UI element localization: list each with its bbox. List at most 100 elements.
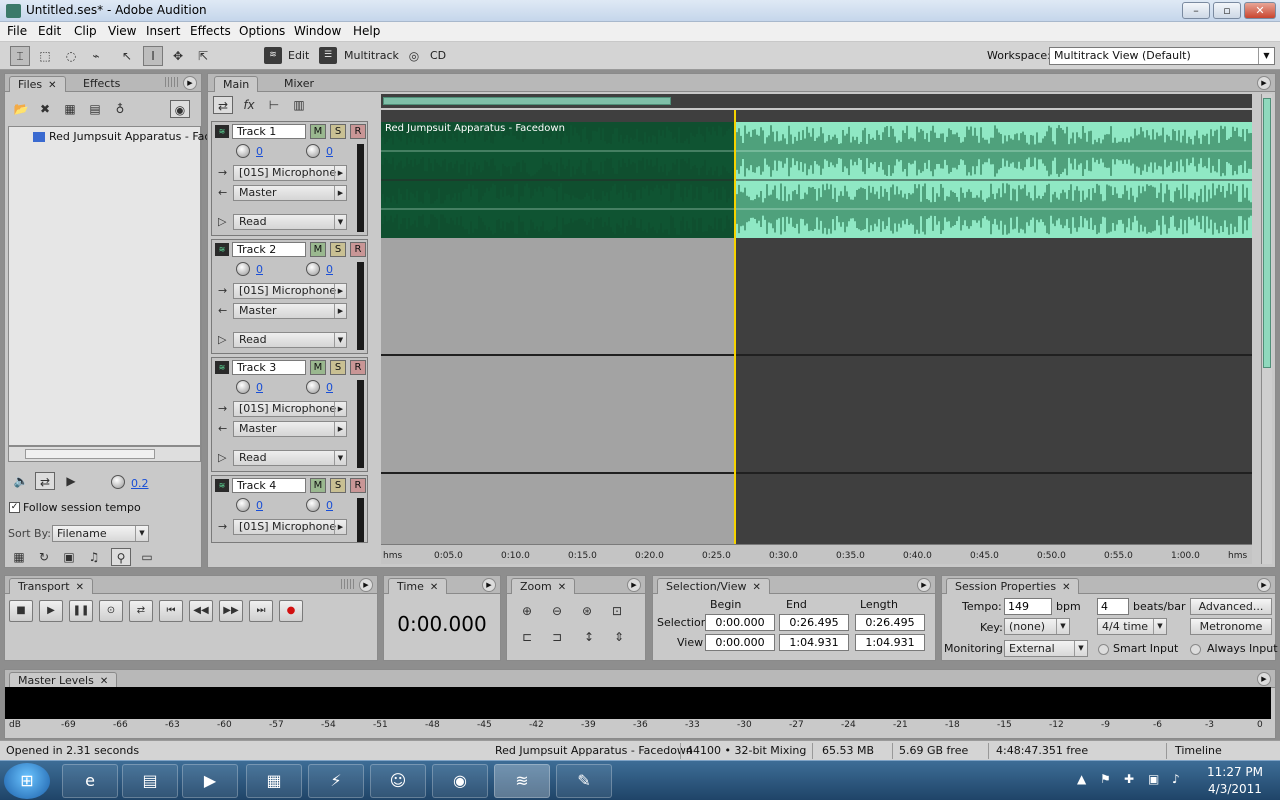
output-select[interactable]: Master ▶ <box>233 303 347 319</box>
view-begin-field[interactable]: 0:00.000 <box>705 634 775 651</box>
close-icon[interactable]: ✕ <box>753 582 761 593</box>
hybrid-tool-icon[interactable]: ⌶ <box>10 46 30 66</box>
maximize-button[interactable]: ▫ <box>1213 2 1241 19</box>
auto-play-icon[interactable]: ♁ <box>110 100 130 118</box>
menu-help[interactable]: Help <box>353 24 380 38</box>
overview-bar[interactable] <box>381 94 1252 108</box>
automation-select[interactable]: Read ▼ <box>233 332 347 348</box>
eq-icon[interactable]: ▥ <box>289 96 309 114</box>
sort-by-select[interactable]: Filename ▼ <box>52 525 149 542</box>
panel-menu-icon[interactable]: ▶ <box>1257 76 1271 90</box>
tab-main[interactable]: Main <box>214 76 259 92</box>
multitrack-view-icon[interactable]: ☰ <box>319 47 337 64</box>
show-hidden-icons-icon[interactable]: ▲ <box>1077 772 1086 786</box>
edit-view-icon[interactable]: ≋ <box>264 47 282 64</box>
zoom-in-vertical-icon[interactable]: ↕ <box>579 628 599 646</box>
panel-menu-icon[interactable]: ▶ <box>183 76 197 90</box>
workspace-select[interactable]: Multitrack View (Default) ▼ <box>1049 47 1275 65</box>
close-icon[interactable]: ✕ <box>48 80 56 91</box>
menu-clip[interactable]: Clip <box>74 24 97 38</box>
overview-range[interactable] <box>383 97 671 105</box>
record-arm-button[interactable]: R <box>350 124 366 139</box>
always-input-radio[interactable] <box>1190 644 1201 655</box>
show-midi-icon[interactable]: ♫ <box>84 548 104 566</box>
show-options-icon[interactable]: ◉ <box>170 100 190 118</box>
network-icon[interactable]: ▣ <box>1148 772 1159 786</box>
list-item[interactable]: Red Jumpsuit Apparatus - Faced <box>33 130 224 143</box>
panel-menu-icon[interactable]: ▶ <box>1257 672 1271 686</box>
marquee-tool-icon[interactable]: ⬚ <box>35 46 55 66</box>
volume-icon[interactable]: 🔈 <box>11 472 31 490</box>
clock-time[interactable]: 11:27 PM <box>1200 765 1270 779</box>
beats-field[interactable]: 4 <box>1097 598 1129 615</box>
lasso-tool-icon[interactable]: ◌ <box>61 46 81 66</box>
solo-button[interactable]: S <box>330 242 346 257</box>
volume-value[interactable]: 0 <box>256 145 263 158</box>
mute-button[interactable]: M <box>310 124 326 139</box>
paint-icon[interactable]: ✎ <box>556 764 612 798</box>
winamp-icon[interactable]: ⚡ <box>308 764 364 798</box>
go-to-start-button[interactable]: ⏮ <box>159 600 183 622</box>
pan-value[interactable]: 0 <box>326 499 333 512</box>
show-video-icon[interactable]: ▣ <box>59 548 79 566</box>
mute-button[interactable]: M <box>310 478 326 493</box>
track-name-field[interactable]: Track 3 <box>232 360 306 375</box>
media-player-icon[interactable]: ▶ <box>182 764 238 798</box>
preview-volume-knob[interactable] <box>111 475 125 489</box>
volume-knob[interactable] <box>236 144 250 158</box>
output-select[interactable]: Master ▶ <box>233 421 347 437</box>
go-to-end-button[interactable]: ⏭ <box>249 600 273 622</box>
volume-value[interactable]: 0 <box>256 499 263 512</box>
automation-select[interactable]: Read ▼ <box>233 450 347 466</box>
track-lane-4[interactable] <box>381 474 1252 544</box>
sends-icon[interactable]: ⊢ <box>264 96 284 114</box>
tab-effects[interactable]: Effects <box>75 76 128 92</box>
input-select[interactable]: [01S] Microphone ▶ <box>233 165 347 181</box>
minimize-button[interactable]: – <box>1182 2 1210 19</box>
menu-window[interactable]: Window <box>294 24 341 38</box>
windows-start-icon[interactable]: ⊞ <box>4 763 50 799</box>
scrollbar-thumb[interactable] <box>25 449 155 459</box>
selection-begin-field[interactable]: 0:00.000 <box>705 614 775 631</box>
menu-view[interactable]: View <box>108 24 136 38</box>
timeline-area[interactable]: Red Jumpsuit Apparatus - Facedown <box>381 110 1252 544</box>
multitrack-view-label[interactable]: Multitrack <box>344 49 399 62</box>
tab-zoom[interactable]: Zoom ✕ <box>511 578 576 594</box>
volume-knob[interactable] <box>236 380 250 394</box>
open-file-icon[interactable]: 📂 <box>11 100 31 118</box>
time-selection-tool-icon[interactable]: I <box>143 46 163 66</box>
advanced-button[interactable]: Advanced... <box>1190 598 1272 615</box>
playhead-marker[interactable] <box>734 110 736 544</box>
panel-grip-icon[interactable] <box>341 579 355 589</box>
zoom-in-icon[interactable]: ⊕ <box>517 602 537 620</box>
tab-master-levels[interactable]: Master Levels ✕ <box>9 672 118 688</box>
close-icon[interactable]: ✕ <box>76 582 84 593</box>
key-select[interactable]: (none) ▼ <box>1004 618 1070 635</box>
cd-view-icon[interactable]: ◎ <box>404 46 424 66</box>
show-cue-icon[interactable]: ▭ <box>137 548 157 566</box>
tab-mixer[interactable]: Mixer <box>276 76 322 92</box>
fast-forward-button[interactable]: ▶▶ <box>219 600 243 622</box>
scrollbar-thumb[interactable] <box>1263 98 1271 368</box>
panel-menu-icon[interactable]: ▶ <box>917 578 931 592</box>
loop-play-button[interactable]: ⇄ <box>129 600 153 622</box>
track-name-field[interactable]: Track 1 <box>232 124 306 139</box>
view-end-field[interactable]: 1:04.931 <box>779 634 849 651</box>
yahoo-messenger-icon[interactable]: ☺ <box>370 764 426 798</box>
import-icon[interactable]: ▤ <box>85 100 105 118</box>
solo-button[interactable]: S <box>330 124 346 139</box>
scrub-tool-icon[interactable]: ⇱ <box>193 46 213 66</box>
track-lane-2[interactable] <box>381 238 1252 356</box>
show-audio-icon[interactable]: ▦ <box>9 548 29 566</box>
audio-clip[interactable]: Red Jumpsuit Apparatus - Facedown <box>381 122 1252 238</box>
selection-length-field[interactable]: 0:26.495 <box>855 614 925 631</box>
pan-value[interactable]: 0 <box>326 263 333 276</box>
tab-time[interactable]: Time ✕ <box>388 578 448 594</box>
close-icon[interactable]: ✕ <box>100 676 108 687</box>
volume-value[interactable]: 0 <box>256 263 263 276</box>
pan-knob[interactable] <box>306 144 320 158</box>
show-all-icon[interactable]: ⚲ <box>111 548 131 566</box>
pan-value[interactable]: 0 <box>326 381 333 394</box>
menu-file[interactable]: File <box>7 24 27 38</box>
menu-edit[interactable]: Edit <box>38 24 61 38</box>
